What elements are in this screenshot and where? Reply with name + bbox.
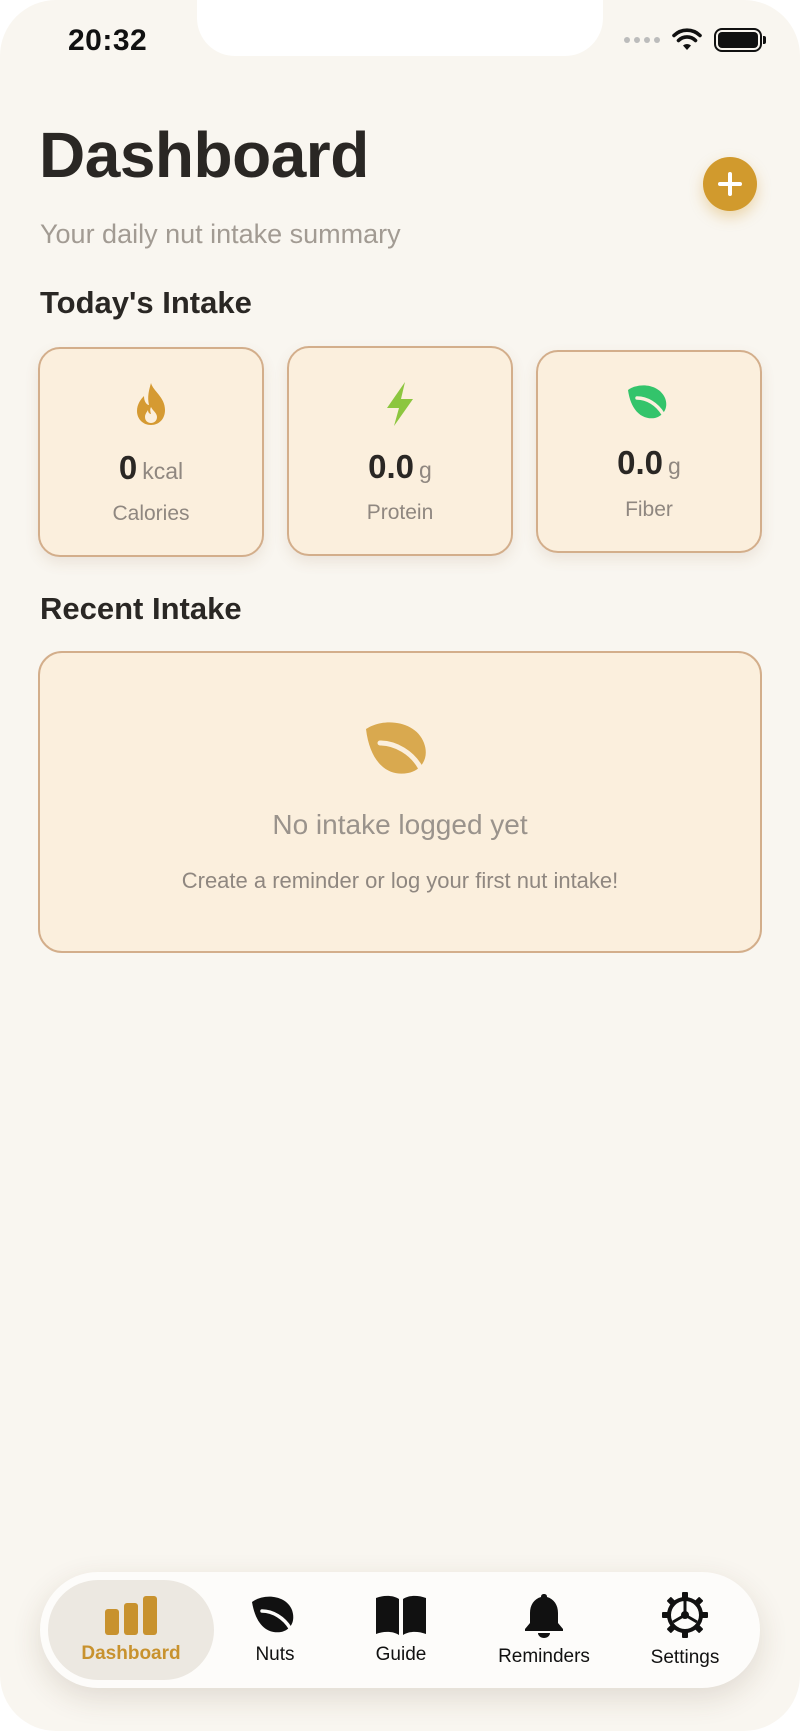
- flame-icon: [137, 383, 165, 425]
- tab-reminders[interactable]: Reminders: [474, 1580, 614, 1680]
- stat-value: 0.0: [617, 444, 664, 481]
- stat-value: 0: [118, 449, 138, 486]
- tab-nuts[interactable]: Nuts: [220, 1580, 330, 1680]
- stat-label: Calories: [112, 502, 190, 525]
- chart-bars-icon: [105, 1596, 157, 1635]
- gear-icon: [662, 1592, 708, 1638]
- tab-label: Nuts: [255, 1644, 295, 1665]
- stat-unit: kcal: [142, 458, 184, 484]
- bolt-icon: [387, 382, 413, 426]
- plus-icon: [718, 172, 742, 196]
- bell-icon: [525, 1594, 563, 1638]
- status-time: 20:32: [68, 24, 148, 57]
- empty-state-title: No intake logged yet: [272, 809, 528, 840]
- stat-label: Fiber: [625, 498, 673, 521]
- book-icon: [376, 1595, 426, 1635]
- leaf-icon: [366, 722, 436, 781]
- tab-settings[interactable]: Settings: [618, 1580, 752, 1680]
- page-title: Dashboard: [39, 119, 369, 191]
- stat-card-protein: 0.0 g Protein: [287, 346, 513, 556]
- notch: [197, 0, 603, 56]
- leaf-icon: [628, 385, 673, 422]
- stat-label: Protein: [366, 501, 434, 524]
- add-intake-button[interactable]: [703, 157, 757, 211]
- page-subtitle: Your daily nut intake summary: [40, 219, 401, 249]
- battery-icon: [714, 28, 766, 52]
- section-title-recent: Recent Intake: [40, 591, 242, 626]
- tab-label: Guide: [375, 1644, 427, 1665]
- stat-card-calories: 0 kcal Calories: [38, 347, 264, 557]
- empty-state-text: Create a reminder or log your first nut …: [181, 868, 619, 893]
- tab-dashboard[interactable]: Dashboard: [48, 1580, 214, 1680]
- section-title-today: Today's Intake: [40, 285, 252, 320]
- stat-unit: g: [419, 457, 432, 483]
- stat-unit: g: [668, 453, 681, 479]
- leaf-icon: [252, 1596, 300, 1636]
- tab-bar: Dashboard Nuts Guide Reminders Settings: [40, 1572, 760, 1688]
- stat-card-fiber: 0.0 g Fiber: [536, 350, 762, 553]
- cellular-signal-icon: [624, 37, 660, 43]
- tab-label: Reminders: [498, 1646, 590, 1667]
- app-screen: 20:32 Dashboard Your daily nut intake su…: [0, 0, 800, 1731]
- stat-value: 0.0: [368, 448, 415, 485]
- tab-guide[interactable]: Guide: [346, 1580, 456, 1680]
- wifi-icon: [672, 28, 702, 50]
- tab-label: Settings: [650, 1647, 720, 1668]
- status-icons: [624, 28, 766, 52]
- empty-state-card: No intake logged yet Create a reminder o…: [38, 651, 762, 953]
- tab-label: Dashboard: [81, 1643, 181, 1664]
